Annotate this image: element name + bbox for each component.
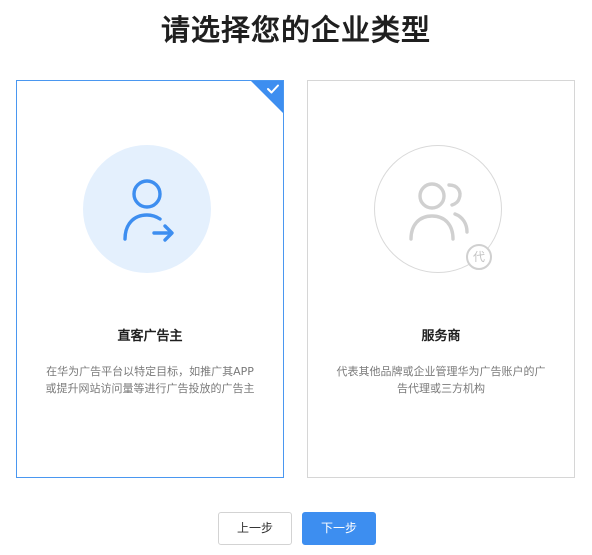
card-description-line: 或提升网站访问量等进行广告投放的广告主	[45, 382, 255, 395]
card-description: 代表其他品牌或企业管理华为广告账户的广 告代理或三方机构	[308, 363, 574, 397]
enterprise-type-page: 请选择您的企业类型 直客广告主 在华为广告平台以特定目标，如推广其APP 或提升…	[0, 0, 592, 555]
card-service-provider[interactable]: 代 服务商 代表其他品牌或企业管理华为广告账户的广 告代理或三方机构	[307, 80, 575, 478]
card-description: 在华为广告平台以特定目标，如推广其APP 或提升网站访问量等进行广告投放的广告主	[17, 363, 283, 397]
direct-advertiser-icon-circle	[83, 145, 211, 273]
page-title: 请选择您的企业类型	[160, 13, 431, 47]
check-icon	[267, 84, 279, 94]
card-description-line: 告代理或三方机构	[397, 382, 485, 395]
card-direct-advertiser[interactable]: 直客广告主 在华为广告平台以特定目标，如推广其APP 或提升网站访问量等进行广告…	[16, 80, 284, 478]
service-provider-icon-circle: 代	[374, 145, 502, 273]
card-description-line: 在华为广告平台以特定目标，如推广其APP	[46, 365, 254, 378]
agent-badge: 代	[472, 250, 485, 264]
user-arrow-icon	[123, 179, 174, 242]
next-step-button[interactable]: 下一步	[302, 512, 376, 545]
card-title: 服务商	[421, 329, 461, 344]
card-title: 直客广告主	[117, 329, 183, 344]
card-description-line: 代表其他品牌或企业管理华为广告账户的广	[336, 365, 546, 378]
previous-step-button[interactable]: 上一步	[218, 512, 292, 545]
